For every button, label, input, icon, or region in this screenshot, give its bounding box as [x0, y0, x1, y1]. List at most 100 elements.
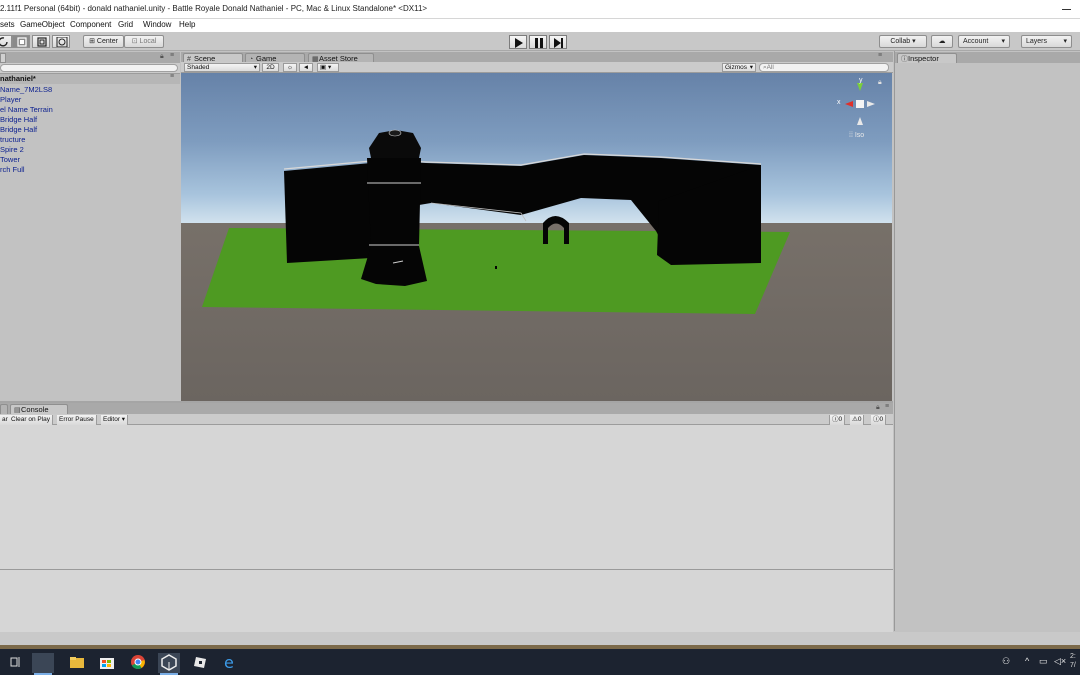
- hierarchy-item[interactable]: tructure: [0, 135, 25, 144]
- transform-tool-icon[interactable]: [52, 35, 70, 48]
- console-lock-icon[interactable]: 🔒︎: [876, 404, 880, 412]
- scene-name: nathaniel*: [0, 74, 36, 83]
- image-icon: ▣: [320, 64, 327, 71]
- store-icon[interactable]: [96, 653, 118, 673]
- lock-icon[interactable]: 🔒︎: [160, 53, 164, 61]
- effects-dropdown[interactable]: ▣ ▾: [317, 63, 339, 72]
- scene-view[interactable]: y x ⁞⁞ Iso 🔒︎: [181, 73, 892, 401]
- tab-project[interactable]: [0, 404, 8, 414]
- clear-on-play-toggle[interactable]: Clear on Play: [9, 415, 54, 425]
- main-toolbar: ⊞ Center ⊡ Local Collab ▾ ☁ Account ▾ La…: [0, 32, 1080, 51]
- volume-icon[interactable]: ◁×: [1054, 656, 1066, 667]
- collab-dropdown[interactable]: Collab ▾: [879, 35, 927, 48]
- clock-date: 7/: [1070, 662, 1076, 669]
- local-icon: ⊡: [131, 38, 138, 45]
- menu-bar: sets GameObject Component Grid Window He…: [0, 19, 1080, 32]
- hierarchy-item[interactable]: Bridge Half: [0, 125, 37, 134]
- menu-window[interactable]: Window: [143, 20, 171, 29]
- file-explorer-icon[interactable]: [66, 653, 88, 673]
- console-detail-divider[interactable]: [0, 569, 893, 570]
- error-count-toggle[interactable]: ⓘ0: [871, 415, 887, 425]
- gizmos-dropdown[interactable]: Gizmos ▾: [722, 63, 756, 72]
- pivot-center-toggle[interactable]: ⊞ Center: [83, 35, 124, 48]
- scene-header-row[interactable]: nathaniel* ≡: [0, 73, 180, 84]
- hierarchy-item[interactable]: Spire 2: [0, 145, 24, 154]
- inspector-tabstrip: ⓘInspector: [895, 52, 1080, 63]
- title-bar: 2.11f1 Personal (64bit) - donald nathani…: [0, 0, 1080, 19]
- chrome-icon[interactable]: [127, 653, 149, 673]
- console-tabstrip: ▤Console 🔒︎ ≡: [0, 403, 893, 414]
- step-button[interactable]: [549, 35, 567, 49]
- rotate-tool-icon[interactable]: [0, 35, 12, 48]
- menu-gameobject[interactable]: GameObject: [20, 20, 65, 29]
- chevron-down-icon: ▾: [1063, 38, 1067, 45]
- people-icon[interactable]: ⚇: [1002, 656, 1010, 667]
- hierarchy-item[interactable]: Player: [0, 95, 21, 104]
- menu-grid[interactable]: Grid: [118, 20, 133, 29]
- gizmo-lock-icon[interactable]: 🔒︎: [878, 79, 882, 87]
- unity-editor-window: { "window": { "title": "2.11f1 Personal …: [0, 0, 1080, 675]
- editor-dropdown[interactable]: Editor ▾: [101, 415, 129, 425]
- hierarchy-panel: 🔒︎ ≡ nathaniel* ≡ Name_7M2LS8 Player el …: [0, 51, 180, 401]
- gizmo-x-label: x: [837, 99, 841, 106]
- menu-component[interactable]: Component: [70, 20, 111, 29]
- cloud-button[interactable]: ☁: [931, 35, 953, 48]
- scene-panel-menu-icon[interactable]: ≡: [878, 52, 882, 59]
- play-button[interactable]: [509, 35, 527, 49]
- menu-assets[interactable]: sets: [0, 20, 15, 29]
- task-view-icon[interactable]: [5, 653, 27, 673]
- console-toolbar: [0, 414, 893, 425]
- chevron-up-icon[interactable]: ^: [1025, 656, 1029, 666]
- warning-count-toggle[interactable]: ⚠0: [850, 415, 865, 425]
- projection-label[interactable]: ⁞⁞ Iso: [849, 132, 864, 139]
- window-title: 2.11f1 Personal (64bit) - donald nathani…: [0, 4, 428, 13]
- roblox-icon[interactable]: [189, 653, 211, 673]
- layers-dropdown[interactable]: Layers ▾: [1021, 35, 1072, 48]
- hierarchy-item[interactable]: Name_7M2LS8: [0, 85, 52, 94]
- console-menu-icon[interactable]: ≡: [885, 403, 889, 410]
- clock-time: 2:: [1070, 653, 1076, 660]
- hierarchy-item[interactable]: Tower: [0, 155, 20, 164]
- scene-toolbar: Shaded ▾ 2D ☼ ◄ ▣ ▾ Gizmos ▾ ⌕All: [181, 62, 893, 73]
- network-icon[interactable]: ▭: [1039, 656, 1048, 667]
- lighting-toggle[interactable]: ☼: [283, 63, 297, 72]
- hierarchy-tab[interactable]: [0, 53, 6, 63]
- tab-console[interactable]: ▤Console: [10, 404, 68, 414]
- cloud-icon: ☁: [938, 38, 946, 45]
- hierarchy-search-bar: [0, 63, 180, 74]
- hierarchy-item[interactable]: rch Full: [0, 165, 25, 174]
- pivot-icon: ⊞: [89, 38, 95, 45]
- account-dropdown[interactable]: Account ▾: [958, 35, 1010, 48]
- info-icon: ⓘ: [901, 56, 908, 63]
- hierarchy-tabstrip: 🔒︎ ≡: [0, 52, 180, 63]
- panel-menu-icon[interactable]: ≡: [170, 52, 174, 59]
- edge-icon[interactable]: e: [220, 653, 242, 673]
- minimize-button[interactable]: [1056, 2, 1080, 16]
- orientation-gizmo[interactable]: y x ⁞⁞ Iso: [835, 77, 881, 145]
- log-count-toggle[interactable]: ⓘ0: [829, 415, 846, 425]
- svg-text:e: e: [224, 653, 234, 671]
- chevron-down-icon: ▾: [749, 64, 753, 71]
- scene-menu-icon[interactable]: ≡: [170, 73, 174, 80]
- speaker-icon: ◄: [302, 64, 310, 71]
- hierarchy-item[interactable]: el Name Terrain: [0, 105, 53, 114]
- rect-tool-icon[interactable]: [32, 35, 50, 48]
- audio-toggle[interactable]: ◄: [299, 63, 313, 72]
- pause-button[interactable]: [529, 35, 547, 49]
- taskbar-blank-app[interactable]: [32, 653, 54, 675]
- 2d-toggle[interactable]: 2D: [262, 63, 279, 72]
- scale-tool-icon[interactable]: [12, 35, 30, 48]
- console-log-area[interactable]: [0, 425, 893, 632]
- clock[interactable]: 2: 7/: [1070, 652, 1076, 670]
- tab-inspector[interactable]: ⓘInspector: [897, 53, 957, 63]
- shading-mode-dropdown[interactable]: Shaded ▾: [184, 63, 260, 72]
- error-pause-toggle[interactable]: Error Pause: [57, 415, 97, 425]
- hierarchy-item[interactable]: Bridge Half: [0, 115, 37, 124]
- hierarchy-search-input[interactable]: [0, 64, 178, 72]
- local-global-toggle[interactable]: ⊡ Local: [124, 35, 164, 48]
- unity-icon[interactable]: [158, 653, 180, 675]
- gizmo-y-label: y: [859, 77, 863, 84]
- menu-help[interactable]: Help: [179, 20, 195, 29]
- chevron-down-icon: ▾: [253, 64, 257, 71]
- scene-search-input[interactable]: ⌕All: [759, 63, 889, 72]
